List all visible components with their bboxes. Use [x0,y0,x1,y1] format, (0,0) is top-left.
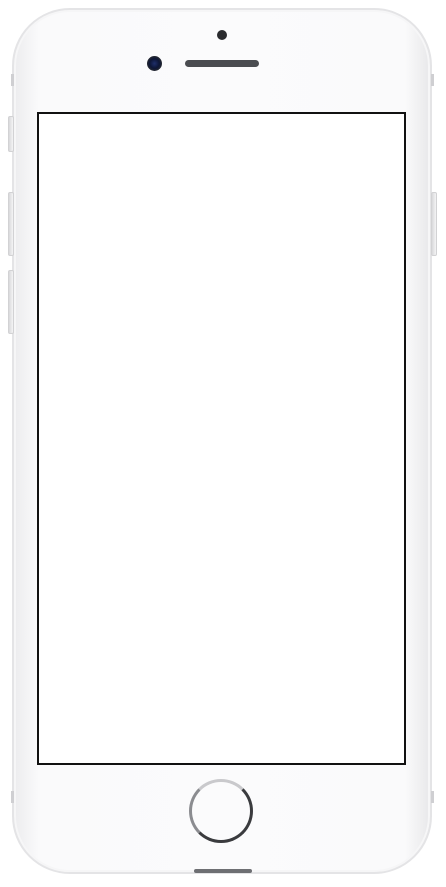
lightning-port [194,869,252,873]
front-camera-icon [147,56,162,71]
speaker-grille-icon [185,60,259,67]
mute-switch[interactable] [8,116,14,152]
proximity-sensor-icon [217,30,227,40]
volume-up-button[interactable] [8,192,14,256]
antenna-strip-top-left [11,74,14,86]
antenna-strip-top-right [431,74,434,86]
device-screen[interactable] [37,112,406,765]
power-button[interactable] [431,192,437,256]
home-button-icon[interactable] [189,779,253,843]
volume-down-button[interactable] [8,270,14,334]
antenna-strip-bottom-right [431,791,434,803]
antenna-strip-bottom-left [11,791,14,803]
